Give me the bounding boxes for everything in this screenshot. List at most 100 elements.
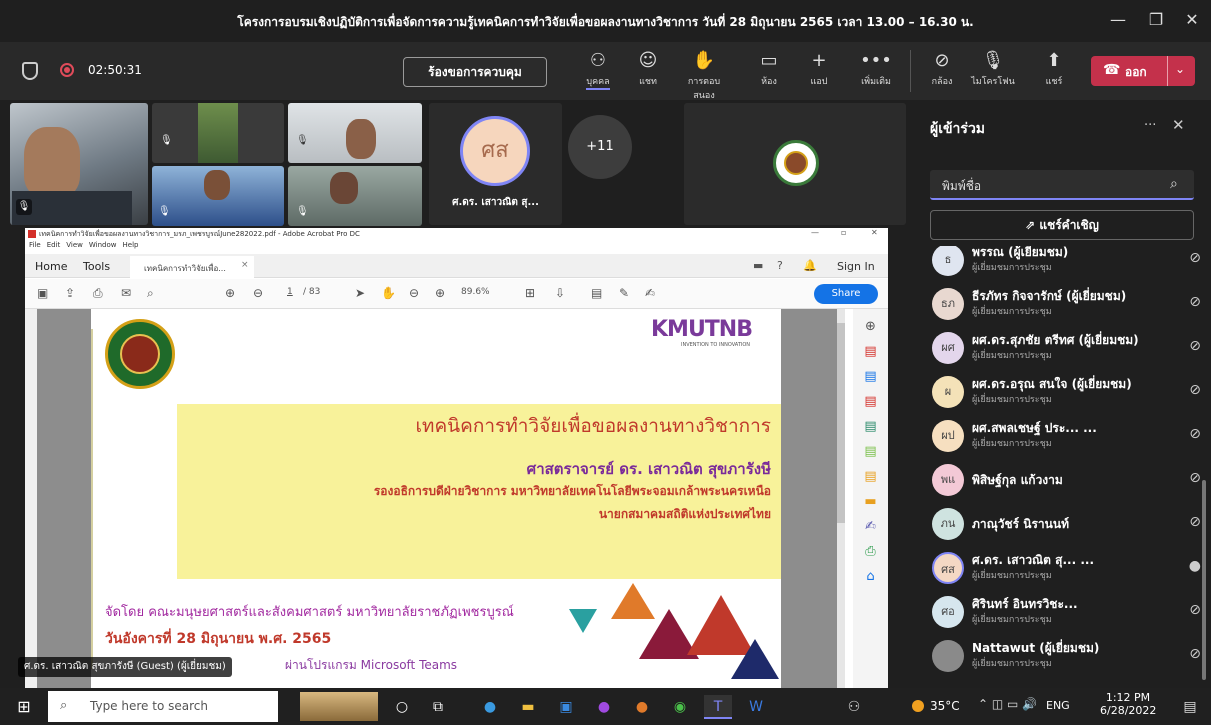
apps-button[interactable]: + แอป [795,48,843,88]
chevron-down-icon[interactable]: ⌄ [1175,62,1185,76]
chat-button[interactable]: ☺ แชท [624,48,672,88]
camera-button[interactable]: ⊘ กล้อง [918,48,966,88]
people-button[interactable]: ⚇ บุคคล [574,48,622,90]
upload-icon[interactable]: ⇪ [65,286,75,300]
comment-icon[interactable]: ▬ [753,259,763,272]
page-up-icon[interactable]: ⊕ [225,286,235,300]
zoom-tool-icon[interactable]: ⊕ [853,319,888,334]
menu-edit[interactable]: Edit [47,241,61,249]
share-invite-button[interactable]: ⇗ แชร์คำเชิญ [930,210,1194,240]
edge-icon[interactable]: ● [476,695,504,719]
acrobat-restore-icon[interactable]: ▫ [841,228,846,237]
search-highlight-image[interactable] [300,692,378,721]
zoom-out-icon[interactable]: ⊖ [409,286,419,300]
participant-row[interactable]: พแ พิสิษฐ์กุล แก้วงาม ⊘ [926,458,1209,502]
left-panel-toggle[interactable] [25,309,37,688]
menu-file[interactable]: File [29,241,41,249]
clock[interactable]: 1:12 PM 6/28/2022 [1100,691,1156,717]
search-input[interactable]: พิมพ์ชื่อ ⌕ [930,170,1194,200]
scrollbar[interactable] [837,309,845,688]
tab-document[interactable]: เทคนิคการทำวิจัยเพื่อ... [130,256,254,278]
participant-row[interactable]: ผป ผศ.สพลเชษฐ์ ประ... ... ผู้เยี่ยมชมการปร… [926,414,1209,458]
close-panel-icon[interactable]: ✕ [1172,116,1185,134]
fit-page-icon[interactable]: ⊞ [525,286,535,300]
hand-tool-icon[interactable]: ✋ [381,286,396,300]
participant-row[interactable]: ธภ ธีรภัทร กิจจารักษ์ (ผู้เยี่ยมชม) ผู้เยี… [926,282,1209,326]
participant-video[interactable]: 🎙 [288,103,422,163]
firefox-icon[interactable]: ● [628,695,656,719]
leave-button[interactable]: ☎ ออก ⌄ [1091,56,1195,86]
taskbar-search-box[interactable]: ⌕ Type here to search [48,691,278,722]
tab-home[interactable]: Home [35,260,67,273]
highlight-icon[interactable]: ✎ [619,286,629,300]
fill-sign-icon[interactable]: ▤ [853,469,888,484]
windows-start-icon[interactable]: ⊞ [10,695,38,719]
select-tool-icon[interactable]: ➤ [355,286,365,300]
bell-icon[interactable]: 🔔 [803,259,817,272]
mail-icon[interactable]: ✉ [121,286,131,300]
reactions-button[interactable]: ✋ การตอบสนอง [680,48,728,102]
teams-icon[interactable]: T [704,695,732,719]
share-button[interactable]: ⬆ แชร์ [1030,48,1078,88]
menu-view[interactable]: View [66,241,83,249]
app-icon[interactable]: ● [590,695,618,719]
store-icon[interactable]: ▣ [552,695,580,719]
help-icon[interactable]: ? [777,259,783,272]
word-icon[interactable]: W [742,695,770,719]
participant-video[interactable]: 🎙 [152,103,284,163]
search-icon[interactable]: ⌕ [147,286,154,301]
print-production-icon[interactable]: ⎙ [853,544,888,559]
cortana-icon[interactable]: ○ [388,695,416,719]
weather-icon[interactable] [912,700,924,712]
create-pdf-icon[interactable]: ▤ [853,394,888,409]
mic-button[interactable]: 🎙 ไมโครโฟน [969,48,1017,88]
file-explorer-icon[interactable]: ▬ [514,695,542,719]
participant-row[interactable]: ธพรรณ (ผู้เยี่ยมชม) ผู้เยี่ยมชมการประชุม ⊘ [926,246,1209,282]
more-options-icon[interactable]: ··· [1144,118,1156,133]
protect-icon[interactable]: ⌂ [853,569,888,584]
sign-in-link[interactable]: Sign In [837,260,875,273]
participant-video[interactable]: 🎙 [10,103,148,225]
participant-tile-logo[interactable] [684,103,906,225]
more-participants-badge[interactable]: +11 [568,115,632,179]
task-view-icon[interactable]: ⧉ [424,695,452,719]
signature-icon[interactable]: ✍ [853,519,888,534]
language-indicator[interactable]: ENG [1046,699,1070,712]
acrobat-close-icon[interactable]: ✕ [871,228,878,237]
request-control-button[interactable]: ร้องขอการควบคุม [403,57,547,87]
participant-row[interactable]: ผผศ.ดร.อรุณ สนใจ (ผู้เยี่ยมชม) ผู้เยี่ยมช… [926,370,1209,414]
tab-tools[interactable]: Tools [83,260,110,273]
print-icon[interactable]: ⎙ [93,286,103,301]
save-icon[interactable]: ▣ [37,286,48,300]
temperature-label[interactable]: 35°C [930,699,960,713]
comment-tool-icon[interactable]: ▤ [591,286,602,300]
comment-pane-icon[interactable]: ▬ [853,494,888,509]
people-taskbar-icon[interactable]: ⚇ [840,695,868,719]
sign-icon[interactable]: ✍ [645,286,655,300]
edit-pdf-icon[interactable]: ▤ [853,369,888,384]
chrome-icon[interactable]: ◉ [666,695,694,719]
maximize-icon[interactable]: ❐ [1140,6,1172,34]
scrollbar[interactable] [1202,480,1206,680]
compress-icon[interactable]: ▤ [853,444,888,459]
document-viewport[interactable]: KMUTNB INVENTION TO INNOVATION เทคนิคการ… [37,309,845,688]
zoom-level-select[interactable]: 89.6% [461,287,490,297]
tab-close-icon[interactable]: × [241,260,249,270]
page-down-icon[interactable]: ⊖ [253,286,263,300]
share-doc-button[interactable]: Share [814,284,878,304]
participant-video[interactable]: 🎙 [288,166,422,226]
participant-row[interactable]: Nattawut (ผู้เยี่ยมชม) ผู้เยี่ยมชมการประช… [926,634,1209,678]
zoom-in-icon[interactable]: ⊕ [435,286,445,300]
minimize-icon[interactable]: — [1102,6,1134,34]
menu-window[interactable]: Window [89,241,117,249]
menu-help[interactable]: Help [123,241,139,249]
more-button[interactable]: ••• เพิ่มเติม [852,48,900,88]
participant-tile-avatar[interactable]: ศส ศ.ดร. เสาวณิต สุ... [429,103,562,225]
acrobat-minimize-icon[interactable]: — [811,228,819,237]
close-icon[interactable]: ✕ [1176,6,1208,34]
participant-row[interactable]: ภน ภาณุวัชร์ นิรานนท์ ⊘ [926,502,1209,546]
tray-icons[interactable]: ⌃ ◫ ▭ 🔊 [978,697,1037,711]
rooms-button[interactable]: ▭ ห้อง [745,48,793,88]
organize-icon[interactable]: ▤ [853,419,888,434]
page-number-input[interactable]: 1 [287,287,293,297]
